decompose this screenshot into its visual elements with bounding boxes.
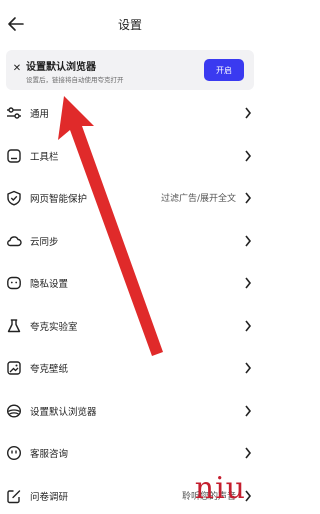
settings-item-default-browser[interactable]: 设置默认浏览器 bbox=[0, 390, 260, 433]
settings-item-label: 夸克实验室 bbox=[30, 321, 78, 333]
enable-button[interactable]: 开启 bbox=[204, 59, 244, 81]
settings-item-wallpaper[interactable]: 夸克壁纸 bbox=[0, 347, 260, 390]
settings-item-label: 问卷调研 bbox=[30, 491, 69, 503]
chevron-right-icon bbox=[245, 277, 252, 289]
settings-item-label: 夸克壁纸 bbox=[30, 364, 69, 375]
chevron-right-icon bbox=[245, 192, 252, 204]
settings-item-customer-service[interactable]: 客服咨询 bbox=[0, 432, 260, 475]
settings-item-general[interactable]: 通用 bbox=[0, 92, 260, 135]
settings-item-cloud-sync[interactable]: 云同步 bbox=[0, 220, 260, 263]
chevron-right-icon bbox=[245, 447, 252, 459]
default-browser-banner: ✕ 设置默认浏览器 设置后，链接将自动使用夸克打开 开启 bbox=[6, 50, 254, 90]
watermark-logo: niu bbox=[194, 471, 246, 506]
settings-item-privacy[interactable]: 隐私设置 bbox=[0, 262, 260, 305]
banner-subtitle: 设置后，链接将自动使用夸克打开 bbox=[26, 76, 124, 84]
page-title: 设置 bbox=[117, 18, 142, 32]
smiley-support-icon bbox=[6, 445, 22, 461]
settings-item-label: 网页智能保护 bbox=[30, 194, 88, 205]
settings-item-label: 客服咨询 bbox=[30, 449, 69, 460]
shield-check-icon bbox=[7, 190, 21, 206]
privacy-mask-icon bbox=[7, 276, 21, 290]
settings-item-value: 过滤广告/展开全文 bbox=[160, 194, 236, 204]
browser-default-icon bbox=[6, 403, 22, 418]
settings-item-lab[interactable]: 夸克实验室 bbox=[0, 305, 260, 348]
settings-item-label: 云同步 bbox=[30, 236, 59, 248]
settings-item-label: 隐私设置 bbox=[30, 279, 69, 290]
wallpaper-icon bbox=[7, 361, 21, 375]
flask-icon bbox=[7, 318, 21, 332]
cloud-icon bbox=[7, 235, 22, 246]
settings-screen: 设置 ✕ 设置默认浏览器 设置后，链接将自动使用夸克打开 开启 通用 工具栏 网… bbox=[0, 0, 260, 514]
settings-list: 通用 工具栏 网页智能保护 过滤广告/展开全文 云同步 隐私设置 夸克实验室 夸… bbox=[0, 92, 260, 514]
chevron-right-icon bbox=[245, 320, 252, 331]
sliders-icon bbox=[7, 107, 21, 119]
toolbar-icon bbox=[7, 148, 21, 163]
settings-item-label: 工具栏 bbox=[30, 151, 59, 163]
settings-item-toolbar[interactable]: 工具栏 bbox=[0, 135, 260, 178]
chevron-right-icon bbox=[245, 362, 252, 374]
settings-item-smart-protection[interactable]: 网页智能保护 过滤广告/展开全文 bbox=[0, 177, 260, 220]
chevron-right-icon bbox=[245, 150, 252, 161]
banner-title: 设置默认浏览器 bbox=[26, 62, 96, 73]
survey-edit-icon bbox=[7, 489, 21, 503]
chevron-right-icon bbox=[245, 107, 252, 119]
chevron-right-icon bbox=[245, 235, 252, 246]
chevron-right-icon bbox=[245, 405, 252, 416]
close-icon[interactable]: ✕ bbox=[10, 62, 24, 76]
settings-item-label: 设置默认浏览器 bbox=[30, 406, 97, 418]
header: 设置 bbox=[0, 0, 260, 48]
settings-item-label: 通用 bbox=[30, 109, 50, 120]
